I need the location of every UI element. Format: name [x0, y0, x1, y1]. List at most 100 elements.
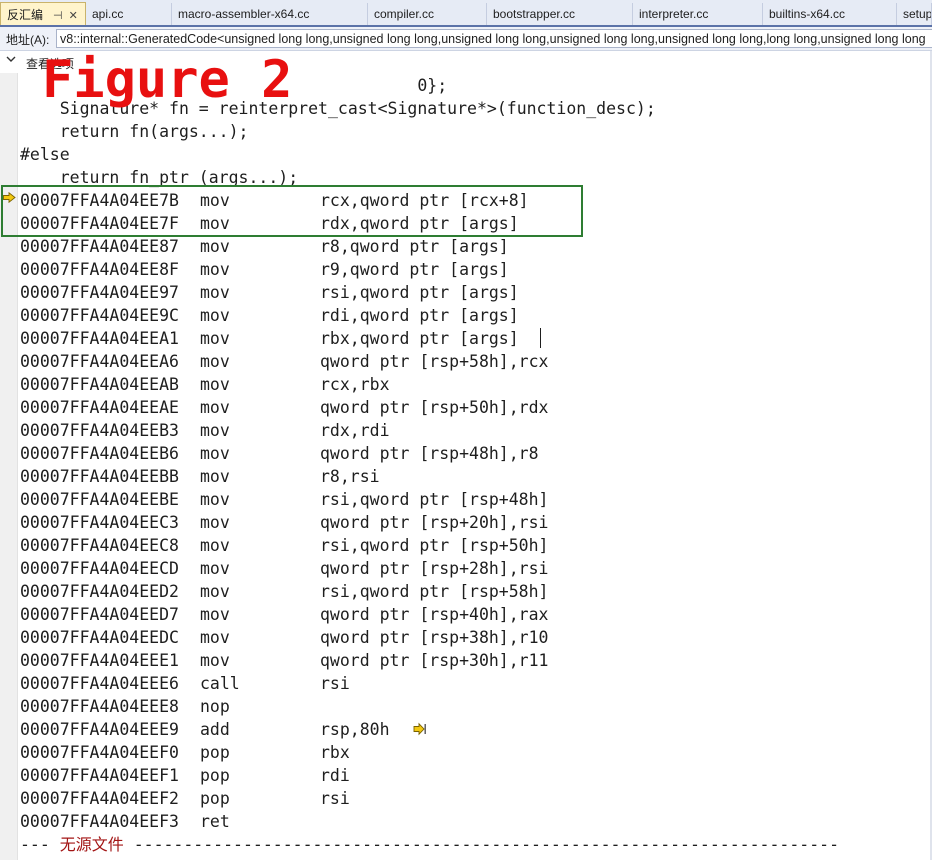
instruction-mnemonic: mov — [200, 329, 230, 348]
instruction-mnemonic: mov — [200, 306, 230, 325]
instruction-mnemonic: mov — [200, 467, 230, 486]
instruction-address: 00007FFA4A04EEF0 — [20, 743, 179, 762]
instruction-operands: rcx,rbx — [320, 375, 390, 394]
instruction-operands: r8,rsi — [320, 467, 380, 486]
tab-label: 反汇编 — [7, 8, 44, 22]
instruction-operands: rdi,qword ptr [args] — [320, 306, 519, 325]
chevron-down-icon[interactable] — [6, 54, 16, 67]
instruction-operands: rsi — [320, 674, 350, 693]
instruction-mnemonic: mov — [200, 536, 230, 555]
instruction-operands: qword ptr [rsp+28h],rsi — [320, 559, 549, 578]
instruction-operands: rdi — [320, 766, 350, 785]
separator-dashes: ----------------------------------------… — [123, 835, 840, 854]
instruction-mnemonic: mov — [200, 444, 230, 463]
instruction-mnemonic: mov — [200, 490, 230, 509]
no-source-separator: --- 无源文件 -------------------------------… — [20, 833, 839, 856]
tab-compiler-cc[interactable]: compiler.cc — [368, 3, 487, 25]
instruction-address: 00007FFA4A04EEDC — [20, 628, 179, 647]
address-label: 地址(A): — [6, 33, 50, 47]
instruction-operands: qword ptr [rsp+50h],rdx — [320, 398, 549, 417]
instruction-address: 00007FFA4A04EE87 — [20, 237, 179, 256]
instruction-mnemonic: pop — [200, 743, 230, 762]
instruction-operands: rsi,qword ptr [rsp+50h] — [320, 536, 549, 555]
instruction-address: 00007FFA4A04EEA6 — [20, 352, 179, 371]
tab-label: compiler.cc — [374, 7, 435, 21]
instruction-mnemonic: add — [200, 720, 230, 739]
instruction-address: 00007FFA4A04EEF1 — [20, 766, 179, 785]
instruction-address: 00007FFA4A04EEBB — [20, 467, 179, 486]
instruction-operands: rbx — [320, 743, 350, 762]
tab-builtins-x64-cc[interactable]: builtins-x64.cc — [763, 3, 897, 25]
document-tab-bar: 反汇编 ⊣ ✕ api.cc macro-assembler-x64.cc comp… — [0, 0, 932, 27]
close-icon[interactable]: ✕ — [69, 4, 78, 25]
instruction-mnemonic: pop — [200, 766, 230, 785]
instruction-operands: rsi,qword ptr [args] — [320, 283, 519, 302]
instruction-operands: rbx,qword ptr [args] — [320, 329, 519, 348]
instruction-operands: r8,qword ptr [args] — [320, 237, 509, 256]
instruction-address: 00007FFA4A04EECD — [20, 559, 179, 578]
tab-api-cc[interactable]: api.cc — [86, 3, 172, 25]
instruction-mnemonic: ret — [200, 812, 230, 831]
instruction-address: 00007FFA4A04EEE1 — [20, 651, 179, 670]
instruction-address: 00007FFA4A04EED2 — [20, 582, 179, 601]
tab-disassembly[interactable]: 反汇编 ⊣ ✕ — [0, 2, 86, 25]
instruction-address: 00007FFA4A04EEB6 — [20, 444, 179, 463]
instruction-address: 00007FFA4A04EEAB — [20, 375, 179, 394]
instruction-address: 00007FFA4A04EEE8 — [20, 697, 179, 716]
instruction-mnemonic: mov — [200, 398, 230, 417]
tab-macro-assembler-x64-cc[interactable]: macro-assembler-x64.cc — [172, 3, 368, 25]
instruction-mnemonic: nop — [200, 697, 230, 716]
instruction-address: 00007FFA4A04EEA1 — [20, 329, 179, 348]
instruction-mnemonic: mov — [200, 375, 230, 394]
instruction-operands: rdx,rdi — [320, 421, 390, 440]
instruction-mnemonic: mov — [200, 237, 230, 256]
instruction-address: 00007FFA4A04EE9C — [20, 306, 179, 325]
address-input[interactable]: v8::internal::GeneratedCode<unsigned lon… — [56, 29, 932, 48]
instruction-mnemonic: mov — [200, 559, 230, 578]
instruction-address: 00007FFA4A04EE97 — [20, 283, 179, 302]
instruction-mnemonic: mov — [200, 260, 230, 279]
instruction-operands: rsi — [320, 789, 350, 808]
no-source-label: 无源文件 — [59, 835, 124, 854]
tab-setup[interactable]: setup — [897, 3, 932, 25]
instruction-mnemonic: mov — [200, 582, 230, 601]
instruction-mnemonic: mov — [200, 283, 230, 302]
instruction-address: 00007FFA4A04EED7 — [20, 605, 179, 624]
instruction-operands: qword ptr [rsp+30h],r11 — [320, 651, 549, 670]
instruction-mnemonic: mov — [200, 352, 230, 371]
instruction-operands: rsi,qword ptr [rsp+48h] — [320, 490, 549, 509]
instruction-mnemonic: mov — [200, 605, 230, 624]
instruction-address: 00007FFA4A04EEF3 — [20, 812, 179, 831]
tab-interpreter-cc[interactable]: interpreter.cc — [633, 3, 763, 25]
tab-label: builtins-x64.cc — [769, 7, 846, 21]
instruction-address: 00007FFA4A04EEB3 — [20, 421, 179, 440]
instruction-operands: qword ptr [rsp+48h],r8 — [320, 444, 539, 463]
pin-icon[interactable]: ⊣ — [53, 4, 63, 25]
tab-bootstrapper-cc[interactable]: bootstrapper.cc — [487, 3, 633, 25]
text-caret — [540, 328, 541, 348]
instruction-address: 00007FFA4A04EE8F — [20, 260, 179, 279]
tab-label: bootstrapper.cc — [493, 7, 576, 21]
instruction-operands: rsi,qword ptr [rsp+58h] — [320, 582, 549, 601]
address-bar: 地址(A): v8::internal::GeneratedCode<unsig… — [0, 27, 932, 51]
instruction-address: 00007FFA4A04EEC3 — [20, 513, 179, 532]
instruction-operands: qword ptr [rsp+58h],rcx — [320, 352, 549, 371]
instruction-address: 00007FFA4A04EEAE — [20, 398, 179, 417]
instruction-operands: r9,qword ptr [args] — [320, 260, 509, 279]
instruction-mnemonic: mov — [200, 628, 230, 647]
instruction-mnemonic: mov — [200, 421, 230, 440]
instruction-operands: qword ptr [rsp+40h],rax — [320, 605, 549, 624]
instruction-mnemonic: mov — [200, 651, 230, 670]
run-to-cursor-icon[interactable] — [413, 722, 427, 741]
instruction-operands: rsp,80h — [320, 720, 390, 739]
instruction-operands: qword ptr [rsp+20h],rsi — [320, 513, 549, 532]
instruction-mnemonic: mov — [200, 513, 230, 532]
highlight-box — [1, 185, 583, 237]
tab-label: api.cc — [92, 7, 124, 21]
instruction-address: 00007FFA4A04EEBE — [20, 490, 179, 509]
tab-label: setup — [903, 7, 932, 21]
tab-label: interpreter.cc — [639, 7, 709, 21]
figure-annotation: Figure 2 — [42, 50, 293, 110]
instruction-mnemonic: call — [200, 674, 240, 693]
instruction-mnemonic: pop — [200, 789, 230, 808]
